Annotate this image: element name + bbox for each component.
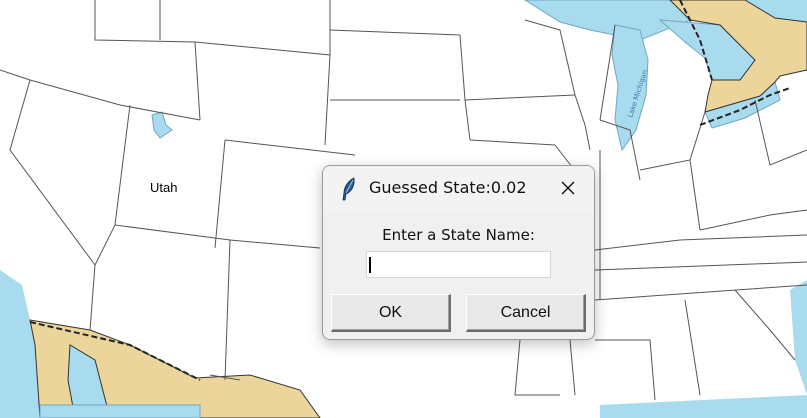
close-button[interactable] <box>553 174 583 202</box>
ok-button[interactable]: OK <box>331 294 451 332</box>
cancel-button[interactable]: Cancel <box>466 294 586 332</box>
utah-label: Utah <box>150 180 177 195</box>
close-icon <box>561 181 575 195</box>
feather-icon <box>342 177 355 201</box>
state-name-input[interactable] <box>366 251 551 278</box>
prompt-label: Enter a State Name: <box>382 226 535 244</box>
guess-state-dialog: Guessed State:0.02 Enter a State Name: O… <box>322 165 595 340</box>
dialog-titlebar[interactable]: Guessed State:0.02 <box>323 166 594 210</box>
text-caret <box>369 257 371 273</box>
dialog-title: Guessed State:0.02 <box>369 178 527 197</box>
legend-strip <box>39 404 201 418</box>
